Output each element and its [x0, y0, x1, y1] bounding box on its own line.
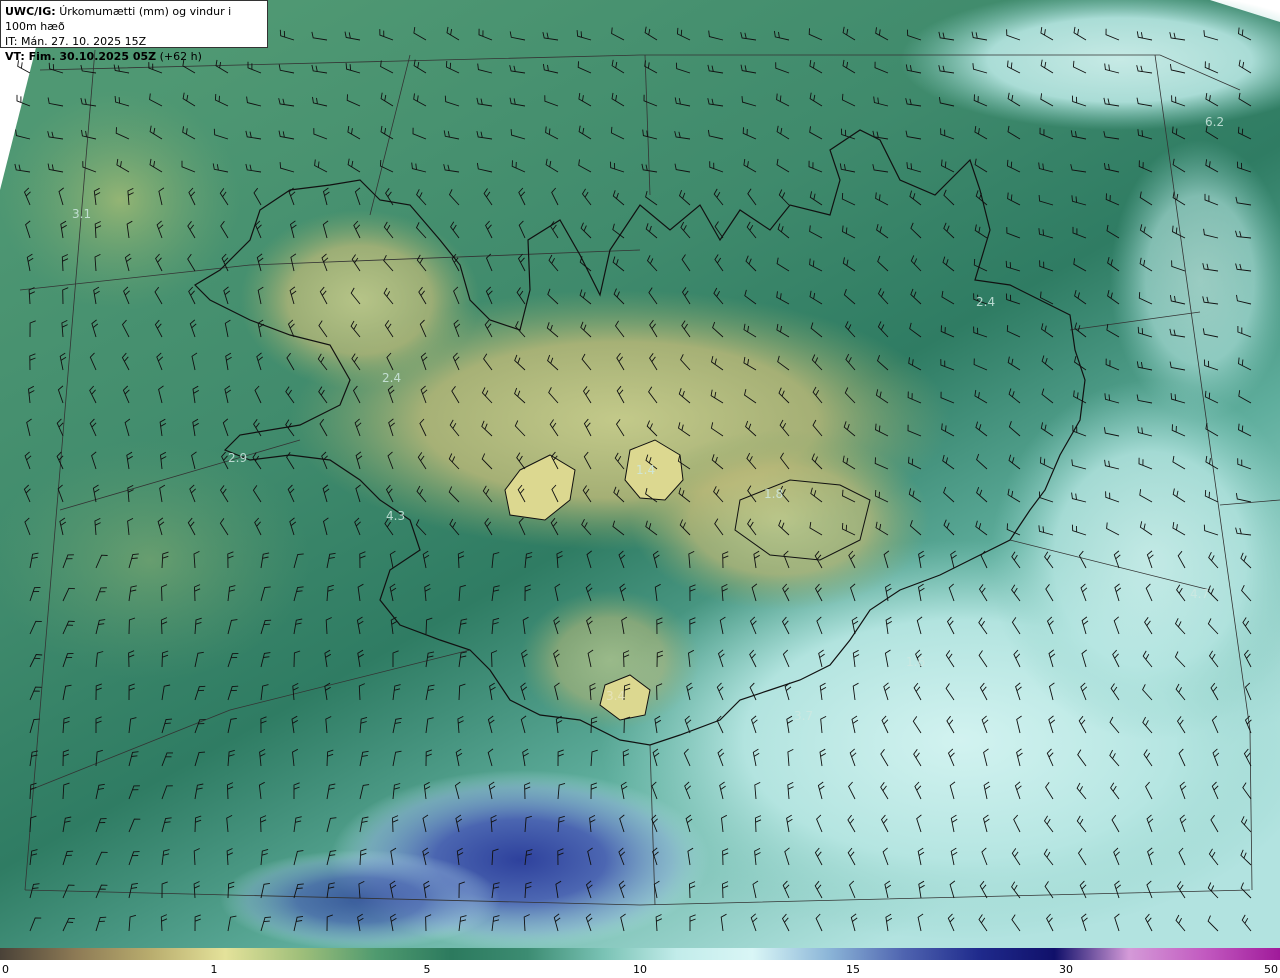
forecast-offset: (+62 h) — [159, 50, 202, 63]
valid-time-line: VT: Fim. 30.10.2025 05Z (+62 h) — [5, 49, 263, 64]
label-myrdals: 3.4 — [606, 689, 625, 703]
label-langjokull: 1.4 — [636, 463, 655, 477]
precipitation-colorbar — [0, 948, 1280, 960]
colorbar-ticks: 0 1 5 10 15 30 50 — [0, 960, 1280, 978]
label-east: 2.4 — [976, 295, 995, 309]
valid-time: VT: Fim. 30.10.2025 05Z — [5, 50, 157, 63]
weather-map[interactable]: 6.2 3.1 2.4 2.4 2.9 4.3 1.4 1.8 4.7 1.6 … — [0, 0, 1280, 948]
label-west-fjords: 2.4 — [382, 371, 401, 385]
label-se-ocean: 3.7 — [794, 709, 813, 723]
colorbar-tick: 50 — [1264, 963, 1278, 976]
label-south-sea: 1.6 — [906, 655, 925, 669]
label-ne: 6.2 — [1205, 115, 1224, 129]
title-line: UWC/IG: Úrkomumætti (mm) og vindur i 100… — [5, 4, 263, 34]
label-south-east-sea: 4.7 — [1190, 587, 1209, 601]
label-snaefellsnes: 2.9 — [228, 451, 247, 465]
colorbar-tick: 10 — [633, 963, 647, 976]
label-reykjavik: 4.3 — [386, 509, 405, 523]
colorbar-tick: 30 — [1059, 963, 1073, 976]
colorbar-tick: 0 — [2, 963, 9, 976]
colorbar-tick: 15 — [846, 963, 860, 976]
label-vatnajokull: 1.8 — [764, 487, 783, 501]
map-info-box: UWC/IG: Úrkomumætti (mm) og vindur i 100… — [0, 0, 268, 63]
label-nw: 3.1 — [72, 207, 91, 221]
colorbar-tick: 1 — [210, 963, 218, 976]
initial-time: IT: Mán. 27. 10. 2025 15Z — [5, 35, 147, 48]
model-name: UWC/IG: — [5, 5, 56, 18]
colorbar-tick: 5 — [423, 963, 431, 976]
